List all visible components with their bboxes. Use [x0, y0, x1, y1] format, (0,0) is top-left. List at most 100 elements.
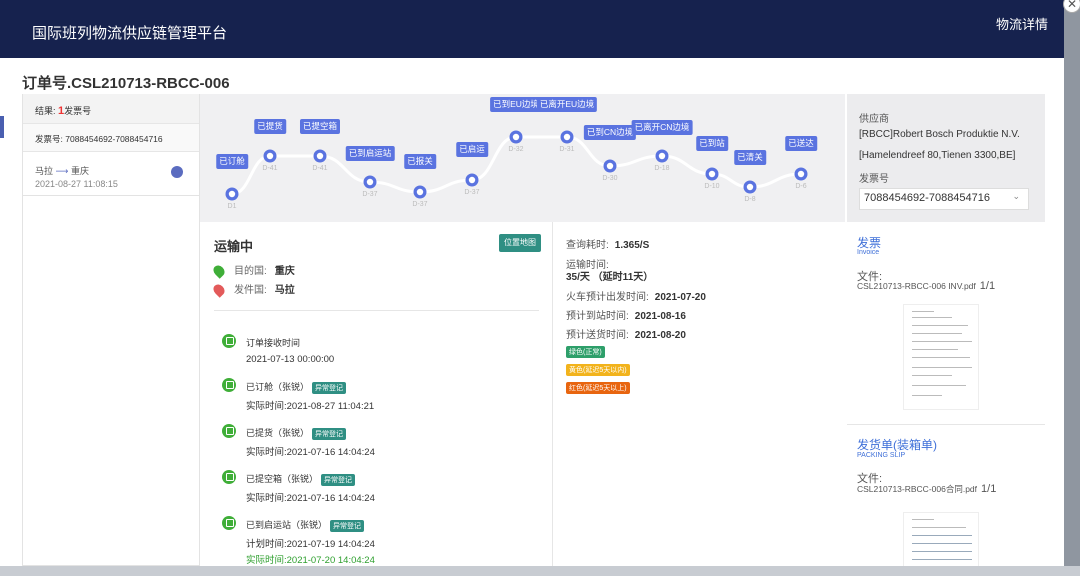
- timeline-step-label: 已订舱: [216, 154, 248, 169]
- timeline-step-day: D-32: [508, 146, 524, 153]
- timeline-node-center: [512, 133, 520, 141]
- timeline-step-day: D-37: [464, 189, 480, 196]
- arrive-value: 2021-08-16: [634, 311, 686, 322]
- invoice-file[interactable]: CSL210713-RBCC-006 INV.pdf 1/1: [857, 280, 995, 292]
- result-summary: 结果: 1发票号: [23, 94, 199, 124]
- timeline-step-day: D-41: [312, 165, 328, 172]
- query-time-value: 1.365/S: [614, 240, 650, 251]
- timeline-step-day: D-8: [744, 196, 756, 203]
- exception-register-tag[interactable]: 异常登记: [312, 427, 347, 440]
- event-title: 已提空箱（张锐）: [246, 474, 319, 484]
- timeline-step-label: 已离开EU边境: [536, 97, 598, 112]
- exception-register-tag[interactable]: 异常登记: [312, 381, 347, 394]
- timeline-step-label: 已启运: [456, 142, 488, 157]
- deliver-row: 预计送货时间: 2021-08-20: [566, 326, 686, 341]
- timeline-step-label: 已到EU边境: [490, 97, 542, 112]
- timeline-step-label: 已送达: [785, 136, 817, 151]
- bill-value: 7088454692-7088454716: [65, 134, 163, 144]
- packing-slip-thumbnail[interactable]: [903, 512, 979, 566]
- legend-red: 红色(延迟5天以上): [566, 382, 630, 394]
- logistics-detail-modal: 国际班列物流供应链管理平台 物流详情 订单号.CSL210713-RBCC-00…: [0, 0, 1064, 566]
- location-pin-icon: [211, 263, 227, 280]
- event-actual-time: 实际时间:2021-07-20 14:04:24: [246, 555, 375, 566]
- transport-status: 运输中: [214, 239, 254, 254]
- timeline-step-day: D-18: [654, 165, 670, 172]
- bill-number-select[interactable]: 7088454692-7088454716 ⌄: [859, 188, 1029, 210]
- depart-label: 火车预计出发时间:: [566, 292, 649, 303]
- query-time-label: 查询耗时:: [566, 240, 609, 251]
- event-title: 已到启运站（张锐）: [246, 520, 328, 530]
- invoice-thumbnail[interactable]: [903, 304, 979, 410]
- deliver-value: 2021-08-20: [634, 330, 686, 341]
- depart-value: 2021-07-20: [654, 292, 706, 303]
- chevron-down-icon: ⌄: [1012, 191, 1020, 201]
- timeline-step-day: D-30: [602, 175, 618, 182]
- order-number: 订单号.CSL210713-RBCC-006: [22, 75, 230, 92]
- location-pin-icon: [211, 282, 227, 299]
- timeline-step-label: 已报关: [404, 154, 436, 169]
- timeline-node-center: [416, 188, 424, 196]
- timeline-step-day: D-10: [704, 183, 720, 190]
- invoice-subtitle: Invoice: [857, 249, 880, 256]
- timeline-node-center: [316, 152, 324, 160]
- page-count: 1/1: [979, 280, 996, 292]
- origin-value: 马拉: [274, 285, 295, 296]
- bill-number-label: 发票号: [859, 174, 889, 185]
- timeline-step-day: D1: [227, 203, 237, 210]
- destination-row: 目的国: 重庆: [211, 262, 295, 280]
- modal-title: 物流详情: [995, 17, 1048, 32]
- timeline-step-label: 已到启运站: [345, 146, 395, 161]
- packing-slip-title[interactable]: 发货单(装箱单): [857, 436, 937, 453]
- taskbar: [0, 566, 1080, 576]
- side-indicator: [0, 116, 4, 138]
- train-icon: [171, 166, 183, 178]
- timeline-step-label: 已到CN边境: [583, 125, 637, 140]
- exception-register-tag[interactable]: 异常登记: [321, 473, 356, 486]
- route-item[interactable]: 马拉 ⟶ 重庆 2021-08-27 11:08:15: [23, 152, 199, 196]
- event-title: 已订舱（张锐）: [246, 382, 310, 392]
- route-arrow-icon: ⟶: [55, 166, 69, 176]
- result-label: 结果:: [35, 106, 56, 116]
- timeline-node-center: [228, 190, 236, 198]
- timeline-node-center: [797, 170, 805, 178]
- timeline-node-center: [658, 152, 666, 160]
- packing-slip-file[interactable]: CSL210713-RBCC-006合同.pdf 1/1: [857, 483, 996, 495]
- close-icon[interactable]: ✕: [1063, 0, 1080, 13]
- timeline-step-day: D-37: [412, 201, 428, 208]
- timeline-node-center: [468, 176, 476, 184]
- event-time: 2021-07-13 00:00:00: [246, 354, 335, 365]
- destination-label: 目的国:: [234, 266, 267, 277]
- bill-label: 发票号:: [35, 134, 63, 144]
- origin-label: 发件国:: [234, 285, 267, 296]
- event-time: 实际时间:2021-07-16 14:04:24: [246, 447, 375, 458]
- locate-map-button[interactable]: 位置地图: [499, 234, 541, 252]
- divider: [214, 310, 539, 311]
- event-time: 实际时间:2021-07-16 14:04:24: [246, 493, 375, 504]
- query-time-row: 查询耗时: 1.365/S: [566, 236, 649, 251]
- event-time: 实际时间:2021-08-27 11:04:21: [246, 401, 375, 412]
- supplier-name: [RBCC]Robert Bosch Produktie N.V.: [859, 129, 1020, 140]
- legend-green: 绿色(正常): [566, 346, 605, 358]
- packing-slip-subtitle: PACKING SLIP: [857, 452, 906, 459]
- divider: [847, 424, 1045, 425]
- event-title: 已提货（张锐）: [246, 428, 310, 438]
- destination-value: 重庆: [274, 266, 295, 277]
- train-icon: [222, 334, 236, 348]
- page-count: 1/1: [981, 483, 997, 495]
- file-name: CSL210713-RBCC-006合同.pdf: [857, 484, 978, 494]
- event-plan-time: 计划时间:2021-07-19 14:04:24: [246, 539, 375, 550]
- train-icon: [222, 424, 236, 438]
- train-icon: [222, 470, 236, 484]
- timeline-node-center: [606, 162, 614, 170]
- supplier-box: 供应商 [RBCC]Robert Bosch Produktie N.V. [H…: [847, 94, 1045, 222]
- timeline-node-center: [746, 183, 754, 191]
- depart-row: 火车预计出发时间: 2021-07-20: [566, 288, 706, 303]
- bill-row: 发票号: 7088454692-7088454716: [23, 124, 199, 152]
- timeline-step-day: D-41: [262, 165, 278, 172]
- event-title: 订单接收时间: [246, 338, 301, 348]
- deliver-label: 预计送货时间:: [566, 330, 629, 341]
- train-icon: [222, 516, 236, 530]
- exception-register-tag[interactable]: 异常登记: [330, 519, 365, 532]
- route-to: 重庆: [70, 166, 89, 176]
- timeline-step-label: 已提空箱: [299, 119, 341, 134]
